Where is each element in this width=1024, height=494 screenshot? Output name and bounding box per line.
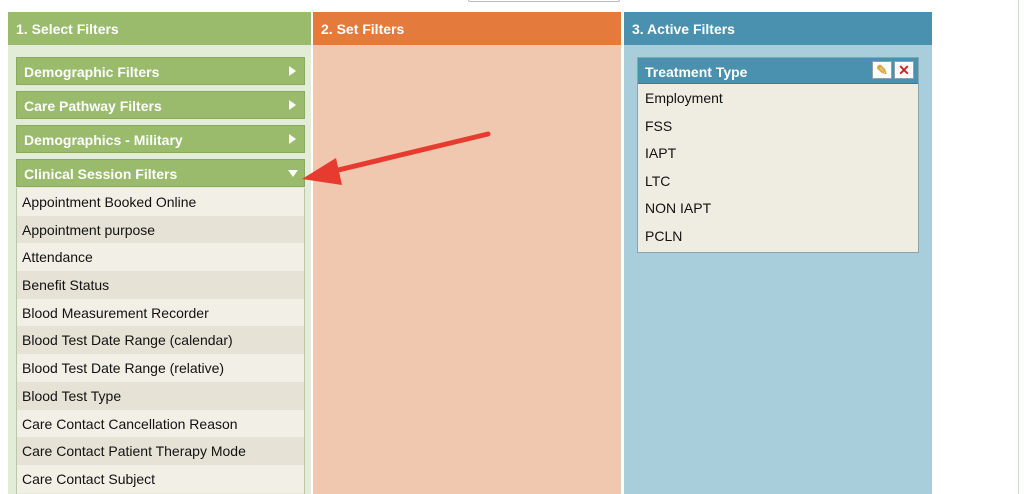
top-border [0, 0, 1024, 2]
delete-icon[interactable]: ✕ [894, 61, 914, 79]
active-filter-actions: ✎ ✕ [872, 61, 914, 79]
triangle-right-icon [289, 66, 296, 76]
active-filters-header: 3. Active Filters [624, 12, 932, 45]
active-filter-value: NON IAPT [645, 200, 712, 216]
accordion-label: Demographic Filters [24, 64, 160, 80]
list-item[interactable]: Attendance [17, 243, 304, 272]
active-filter-value: IAPT [645, 145, 677, 161]
active-filter-value: Employment [645, 90, 723, 106]
triangle-down-icon [288, 170, 298, 177]
active-filter-title-bar: Treatment Type ✎ ✕ [638, 58, 918, 84]
active-filter-card: Treatment Type ✎ ✕ Employment FSS IAPT L… [637, 57, 919, 253]
active-filter-title: Treatment Type [645, 64, 748, 80]
triangle-right-icon [289, 100, 296, 110]
list-item[interactable]: Appointment purpose [17, 215, 304, 244]
list-item[interactable]: Blood Measurement Recorder [17, 298, 304, 327]
active-filter-value: FSS [645, 117, 673, 134]
list-item[interactable]: Care Contact Subject [17, 464, 304, 493]
accordion-label: Care Pathway Filters [24, 98, 162, 114]
active-filters-panel: 3. Active Filters Treatment Type ✎ ✕ Emp… [624, 12, 932, 494]
set-filters-panel: 2. Set Filters [313, 12, 621, 494]
accordion-label: Demographics - Military [24, 132, 183, 148]
accordion-clinical-session-filters[interactable]: Clinical Session Filters [16, 159, 305, 187]
list-item[interactable]: Blood Test Type [17, 381, 304, 410]
active-filter-value: PCLN [645, 227, 683, 244]
accordion-label: Clinical Session Filters [24, 166, 178, 182]
active-filter-value: LTC [645, 172, 671, 189]
list-item[interactable]: Blood Test Date Range (calendar) [17, 326, 304, 355]
edit-icon[interactable]: ✎ [872, 61, 892, 79]
accordion-care-pathway-filters[interactable]: Care Pathway Filters [16, 91, 305, 119]
list-item[interactable]: Care Contact Cancellation Reason [17, 409, 304, 438]
list-item[interactable]: Appointment Booked Online [17, 188, 304, 216]
triangle-right-icon [289, 134, 296, 144]
clinical-session-filter-list: Appointment Booked Online Appointment pu… [16, 188, 305, 494]
list-item[interactable]: Benefit Status [17, 271, 304, 299]
accordion-demographics-military[interactable]: Demographics - Military [16, 125, 305, 153]
select-filters-header: 1. Select Filters [8, 12, 311, 45]
accordion-demographic-filters[interactable]: Demographic Filters [16, 57, 305, 85]
list-item[interactable]: Blood Test Date Range (relative) [17, 354, 304, 382]
top-tab-stub [468, 0, 620, 2]
page-edge [1018, 0, 1019, 494]
list-item[interactable]: Care Contact Patient Therapy Mode [17, 437, 304, 465]
select-filters-panel: 1. Select Filters Demographic Filters Ca… [8, 12, 311, 494]
set-filters-header: 2. Set Filters [313, 12, 621, 45]
